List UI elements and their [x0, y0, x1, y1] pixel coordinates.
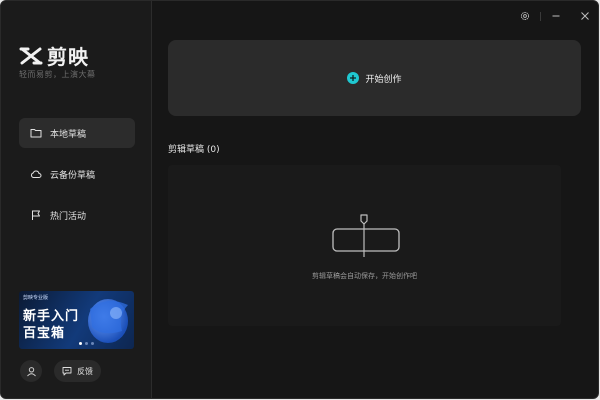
timeline-clip-icon — [332, 214, 400, 257]
sidebar: 剪映 轻而易剪，上演大幕 本地草稿 云备份草稿 热门活动 剪映专业版 新手入门 … — [1, 1, 152, 398]
sidebar-item-hot-events[interactable]: 热门活动 — [19, 200, 135, 230]
gear-icon — [520, 11, 530, 21]
start-creation-button[interactable]: 开始创作 — [168, 40, 581, 116]
plus-circle-icon — [347, 72, 360, 84]
sidebar-item-local-drafts[interactable]: 本地草稿 — [19, 118, 135, 148]
sidebar-item-label: 云备份草稿 — [50, 170, 96, 181]
app-logo: 剪映 — [19, 41, 89, 70]
drafts-empty-state: 剪辑草稿会自动保存，开始创作吧 — [168, 165, 561, 326]
sidebar-item-label: 热门活动 — [50, 211, 87, 222]
feedback-label: 反馈 — [77, 366, 93, 376]
minimize-icon — [552, 15, 560, 17]
close-button[interactable] — [578, 9, 592, 23]
user-icon — [26, 366, 36, 376]
settings-button[interactable] — [518, 9, 532, 23]
start-creation-label: 开始创作 — [365, 74, 402, 85]
feedback-icon — [62, 367, 72, 376]
empty-state-message: 剪辑草稿会自动保存，开始创作吧 — [312, 272, 417, 280]
folder-icon — [30, 129, 42, 138]
promo-banner[interactable]: 剪映专业版 新手入门 百宝箱 — [19, 291, 134, 349]
banner-brand: 剪映专业版 — [23, 295, 49, 301]
avatar-button[interactable] — [20, 360, 42, 382]
close-icon — [581, 12, 589, 20]
drafts-section-title: 剪辑草稿 (0) — [168, 145, 220, 155]
capcut-logo-icon — [19, 47, 43, 64]
sidebar-item-label: 本地草稿 — [50, 129, 87, 140]
banner-3d-shape-icon — [88, 299, 128, 343]
minimize-button[interactable] — [549, 9, 563, 23]
app-name: 剪映 — [47, 45, 89, 69]
feedback-button[interactable]: 反馈 — [54, 360, 101, 382]
app-slogan: 轻而易剪，上演大幕 — [19, 70, 96, 79]
titlebar-divider — [540, 12, 541, 21]
sidebar-item-cloud-drafts[interactable]: 云备份草稿 — [19, 159, 135, 189]
banner-pagination[interactable] — [79, 342, 94, 345]
banner-title-line2: 百宝箱 — [23, 326, 66, 341]
app-window: 剪映 轻而易剪，上演大幕 本地草稿 云备份草稿 热门活动 剪映专业版 新手入门 … — [0, 0, 599, 399]
flag-icon — [32, 210, 40, 220]
cloud-icon — [31, 170, 42, 178]
